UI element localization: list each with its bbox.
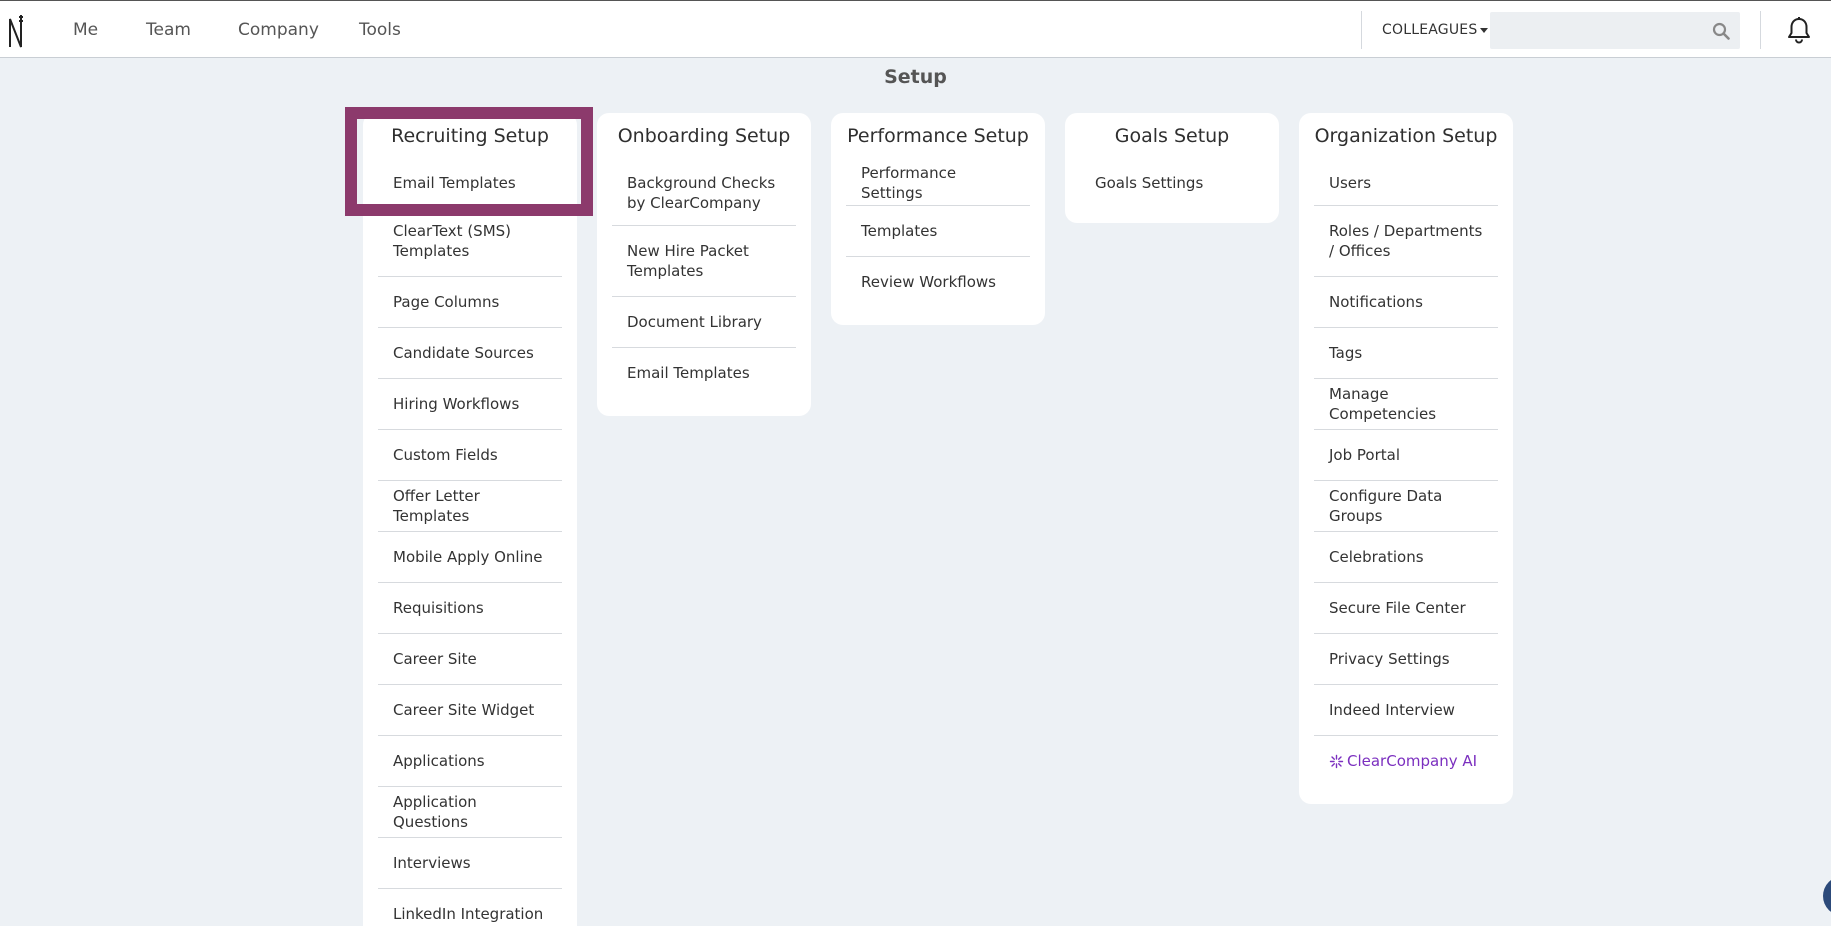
onboarding-email-templates[interactable]: Email Templates [612, 347, 796, 398]
org-privacy-settings[interactable]: Privacy Settings [1314, 633, 1498, 684]
recruiting-requisitions[interactable]: Requisitions [378, 582, 562, 633]
performance-templates[interactable]: Templates [846, 205, 1030, 256]
nav-divider [1760, 11, 1761, 49]
bell-icon[interactable] [1786, 16, 1812, 44]
performance-setup-card: Performance Setup Performance Settings T… [831, 113, 1045, 325]
card-title: Organization Setup [1314, 125, 1498, 147]
chat-bubble-icon[interactable] [1823, 876, 1831, 916]
nav-company[interactable]: Company [238, 20, 319, 40]
onboarding-new-hire-packet-templates[interactable]: New Hire Packet Templates [612, 225, 796, 296]
org-clearcompany-ai[interactable]: ClearCompany AI [1314, 735, 1498, 786]
recruiting-interviews[interactable]: Interviews [378, 837, 562, 888]
nav-divider [1361, 11, 1362, 49]
colleagues-dropdown[interactable]: COLLEAGUES [1382, 22, 1489, 38]
card-title: Goals Setup [1114, 125, 1230, 147]
goals-settings[interactable]: Goals Settings [1080, 161, 1264, 205]
search-icon[interactable] [1712, 22, 1730, 40]
recruiting-setup-card: Recruiting Setup Email Templates ClearTe… [363, 113, 577, 926]
performance-settings[interactable]: Performance Settings [846, 161, 1030, 205]
card-title: Performance Setup [847, 125, 1029, 147]
ai-item-label: ClearCompany AI [1347, 752, 1478, 770]
org-job-portal[interactable]: Job Portal [1314, 429, 1498, 480]
onboarding-background-checks[interactable]: Background Checks by ClearCompany [612, 161, 796, 225]
org-manage-competencies[interactable]: Manage Competencies [1314, 378, 1498, 429]
goals-setup-card: Goals Setup Goals Settings [1065, 113, 1279, 223]
recruiting-linkedin-integration[interactable]: LinkedIn Integration [378, 888, 562, 926]
onboarding-document-library[interactable]: Document Library [612, 296, 796, 347]
caret-down-icon [1480, 27, 1489, 33]
recruiting-custom-fields[interactable]: Custom Fields [378, 429, 562, 480]
recruiting-applications[interactable]: Applications [378, 735, 562, 786]
logo-icon[interactable] [7, 13, 27, 49]
org-celebrations[interactable]: Celebrations [1314, 531, 1498, 582]
card-title: Onboarding Setup [617, 125, 791, 147]
recruiting-career-site-widget[interactable]: Career Site Widget [378, 684, 562, 735]
nav-team[interactable]: Team [146, 20, 191, 40]
recruiting-hiring-workflows[interactable]: Hiring Workflows [378, 378, 562, 429]
org-configure-data-groups[interactable]: Configure Data Groups [1314, 480, 1498, 531]
colleagues-label: COLLEAGUES [1382, 22, 1478, 38]
recruiting-career-site[interactable]: Career Site [378, 633, 562, 684]
recruiting-mobile-apply-online[interactable]: Mobile Apply Online [378, 531, 562, 582]
sparkle-icon [1329, 754, 1344, 768]
page-title: Setup [884, 66, 947, 88]
recruiting-offer-letter-templates[interactable]: Offer Letter Templates [378, 480, 562, 531]
org-secure-file-center[interactable]: Secure File Center [1314, 582, 1498, 633]
onboarding-setup-card: Onboarding Setup Background Checks by Cl… [597, 113, 811, 416]
search-box [1490, 12, 1740, 49]
top-navigation-bar: Me Team Company Tools COLLEAGUES [0, 0, 1831, 58]
card-title: Recruiting Setup [391, 125, 549, 147]
recruiting-page-columns[interactable]: Page Columns [378, 276, 562, 327]
organization-setup-card: Organization Setup Users Roles / Departm… [1299, 113, 1513, 804]
nav-tools[interactable]: Tools [359, 20, 401, 40]
org-users[interactable]: Users [1314, 161, 1498, 205]
nav-me[interactable]: Me [73, 20, 98, 40]
org-tags[interactable]: Tags [1314, 327, 1498, 378]
org-notifications[interactable]: Notifications [1314, 276, 1498, 327]
search-input[interactable] [1490, 12, 1700, 49]
recruiting-application-questions[interactable]: Application Questions [378, 786, 562, 837]
org-indeed-interview[interactable]: Indeed Interview [1314, 684, 1498, 735]
org-roles-departments-offices[interactable]: Roles / Departments / Offices [1314, 205, 1498, 276]
performance-review-workflows[interactable]: Review Workflows [846, 256, 1030, 307]
recruiting-candidate-sources[interactable]: Candidate Sources [378, 327, 562, 378]
recruiting-cleartext-templates[interactable]: ClearText (SMS) Templates [378, 205, 562, 276]
recruiting-email-templates[interactable]: Email Templates [378, 161, 562, 205]
